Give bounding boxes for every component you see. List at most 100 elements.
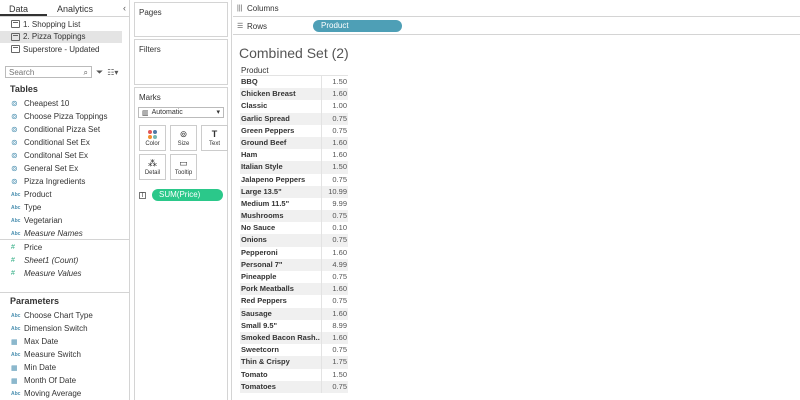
measure-field[interactable]: # Sheet1 (Count) [0, 254, 129, 267]
row-price-value[interactable]: 0.75 [321, 124, 348, 137]
collapse-pane-icon[interactable]: ‹ [123, 3, 126, 13]
row-product-label[interactable]: Ground Beef [240, 136, 321, 150]
row-price-value[interactable]: 9.99 [321, 197, 348, 211]
columns-shelf[interactable]: ||| Columns [233, 0, 800, 17]
row-price-value[interactable]: 0.75 [321, 271, 348, 284]
color-button[interactable]: Color [139, 125, 166, 151]
dimension-field-label: Choose Pizza Toppings [24, 112, 108, 121]
dimension-field[interactable]: Abc Product [0, 188, 129, 201]
row-product-label[interactable]: Medium 11.5" [240, 198, 321, 210]
row-product-label[interactable]: BBQ [240, 76, 321, 88]
dimension-field[interactable]: ⊚ Conditonal Set Ex [0, 149, 129, 162]
row-price-value[interactable]: 1.60 [321, 331, 348, 345]
row-product-label[interactable]: Mushrooms [240, 210, 321, 223]
datasource-item[interactable]: 1. Shopping List [0, 18, 129, 31]
datasource-item[interactable]: Superstore - Updated [0, 43, 129, 56]
row-product-label[interactable]: Italian Style [240, 161, 321, 174]
sum-price-pill[interactable]: SUM(Price) [152, 189, 223, 201]
parameter-field[interactable]: Abc Measure Switch [0, 348, 129, 361]
pages-card[interactable]: Pages [134, 2, 228, 37]
row-product-label[interactable]: Red Peppers [240, 295, 321, 307]
dimension-field[interactable]: ⊚ Conditional Set Ex [0, 136, 129, 149]
row-product-label[interactable]: Jalapeno Peppers [240, 174, 321, 186]
row-product-label[interactable]: Sausage [240, 307, 321, 320]
search-input[interactable] [9, 67, 79, 77]
row-price-value[interactable]: 0.75 [321, 173, 348, 186]
row-price-value[interactable]: 1.50 [321, 76, 348, 89]
parameters-heading: Parameters [10, 296, 60, 306]
row-price-value[interactable]: 0.75 [321, 295, 348, 308]
parameter-field[interactable]: ▦ Month Of Date [0, 374, 129, 387]
dimension-field[interactable]: ⊚ General Set Ex [0, 162, 129, 175]
text-button[interactable]: T Text [201, 125, 228, 151]
row-price-value[interactable]: 0.75 [321, 380, 348, 393]
tooltip-button[interactable]: ▭ Tooltip [170, 154, 197, 180]
row-product-label[interactable]: Pork Meatballs [240, 283, 321, 296]
row-price-value[interactable]: 0.75 [321, 210, 348, 223]
row-product-label[interactable]: Pepperoni [240, 247, 321, 259]
row-price-value[interactable]: 1.60 [321, 136, 348, 150]
row-product-label[interactable]: Smoked Bacon Rash.. [240, 331, 321, 345]
row-price-value[interactable]: 4.99 [321, 258, 348, 271]
parameter-field[interactable]: ▦ Min Date [0, 361, 129, 374]
dimension-field[interactable]: ⊚ Choose Pizza Toppings [0, 110, 129, 123]
row-price-value[interactable]: 8.99 [321, 319, 348, 332]
search-field[interactable]: ⌕ [5, 66, 92, 78]
dimension-field[interactable]: Abc Type [0, 201, 129, 214]
search-icon[interactable]: ⌕ [84, 68, 88, 78]
row-price-value[interactable]: 0.75 [321, 112, 348, 125]
dimension-field[interactable]: ⊚ Cheapest 10 [0, 97, 129, 110]
row-price-value[interactable]: 1.60 [321, 307, 348, 320]
row-price-value[interactable]: 1.50 [321, 368, 348, 381]
filter-icon[interactable]: ⏷ [96, 67, 103, 78]
size-button[interactable]: ⊚ Size [170, 125, 197, 151]
row-product-label[interactable]: Personal 7" [240, 258, 321, 271]
measure-field[interactable]: # Measure Values [0, 267, 129, 280]
product-pill[interactable]: Product [313, 20, 402, 32]
row-price-value[interactable]: 1.60 [321, 88, 348, 101]
filters-card[interactable]: Filters [134, 39, 228, 85]
datasource-item[interactable]: 2. Pizza Toppings [0, 30, 122, 43]
parameter-field[interactable]: ▦ Max Date [0, 335, 129, 348]
tab-data[interactable]: Data [0, 0, 47, 16]
row-product-label[interactable]: Pineapple [240, 271, 321, 283]
parameter-field[interactable]: Abc Moving Average [0, 387, 129, 400]
dimension-field[interactable]: ⊚ Conditional Pizza Set [0, 123, 129, 136]
row-product-label[interactable]: Tomato [240, 369, 321, 381]
row-price-value[interactable]: 0.10 [321, 222, 348, 235]
row-price-value[interactable]: 1.75 [321, 356, 348, 369]
row-product-label[interactable]: Large 13.5" [240, 185, 321, 198]
row-product-label[interactable]: Garlic Spread [240, 112, 321, 125]
row-product-label[interactable]: No Sauce [240, 222, 321, 234]
row-price-value[interactable]: 1.60 [321, 149, 348, 162]
measure-field-label: Price [24, 243, 43, 252]
row-product-label[interactable]: Tomatoes [240, 380, 321, 393]
tab-analytics[interactable]: Analytics [47, 0, 117, 16]
row-price-value[interactable]: 0.75 [321, 344, 348, 357]
row-price-value[interactable]: 1.60 [321, 246, 348, 259]
row-price-value[interactable]: 1.60 [321, 283, 348, 296]
row-product-label[interactable]: Chicken Breast [240, 88, 321, 101]
view-options-icon[interactable]: ☷▾ [107, 68, 118, 77]
row-price-value[interactable]: 1.50 [321, 161, 348, 174]
column-header-product[interactable]: Product [240, 65, 348, 76]
dimension-field[interactable]: Abc Vegetarian [0, 214, 129, 227]
rows-shelf[interactable]: ☰ Rows Product [233, 18, 800, 35]
row-product-label[interactable]: Thin & Crispy [240, 356, 321, 369]
parameter-field-label: Max Date [24, 337, 59, 346]
row-product-label[interactable]: Sweetcorn [240, 344, 321, 356]
parameter-field[interactable]: Abc Dimension Switch [0, 322, 129, 335]
row-product-label[interactable]: Onions [240, 234, 321, 247]
row-product-label[interactable]: Classic [240, 100, 321, 112]
row-price-value[interactable]: 0.75 [321, 234, 348, 247]
row-product-label[interactable]: Green Peppers [240, 125, 321, 137]
parameter-field[interactable]: Abc Choose Chart Type [0, 309, 129, 322]
measure-field[interactable]: # Price [0, 241, 129, 254]
row-price-value[interactable]: 10.99 [321, 185, 348, 198]
row-product-label[interactable]: Ham [240, 149, 321, 161]
row-price-value[interactable]: 1.00 [321, 100, 348, 113]
mark-type-select[interactable]: ▥ Automatic ▾ [138, 107, 224, 118]
dimension-field[interactable]: ⊚ Pizza Ingredients [0, 175, 129, 188]
detail-button[interactable]: ⁂ Detail [139, 154, 166, 180]
row-product-label[interactable]: Small 9.5" [240, 320, 321, 332]
